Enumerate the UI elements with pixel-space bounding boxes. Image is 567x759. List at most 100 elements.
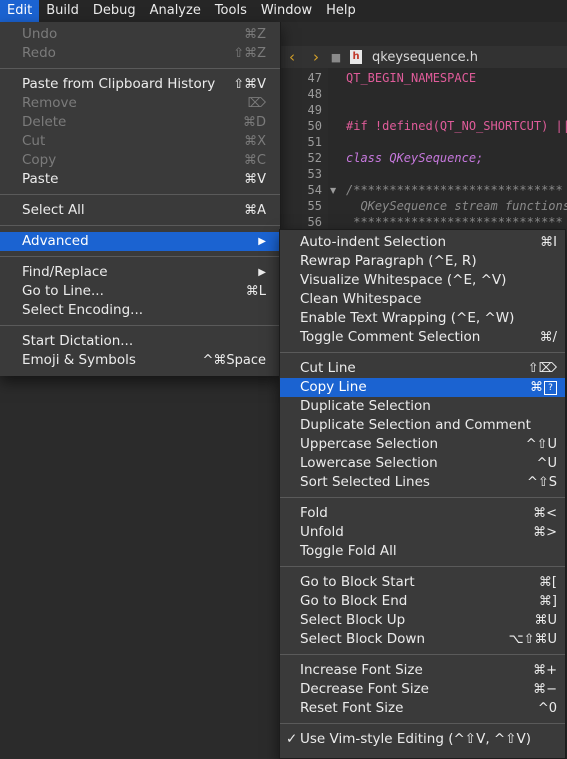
menu-item-remove[interactable]: Remove ⌦: [0, 94, 280, 113]
menu-item-font-decrease[interactable]: Decrease Font Size ⌘−: [280, 680, 565, 699]
menu-item-shortcut: ⌘V: [244, 172, 266, 187]
menu-tools[interactable]: Tools: [208, 0, 254, 22]
menu-item-label: Fold: [300, 505, 328, 521]
lock-icon: ■: [330, 50, 342, 64]
menu-item-label: Visualize Whitespace (^E, ^V): [300, 272, 507, 288]
menu-item-label: Select All: [22, 202, 85, 218]
menu-item-shortcut: ⌘X: [244, 134, 266, 149]
menu-item-block-down[interactable]: Select Block Down ⌥⇧⌘U: [280, 630, 565, 649]
menu-debug[interactable]: Debug: [86, 0, 143, 22]
code-line: /*****************************: [346, 183, 563, 197]
menu-item-text-wrapping[interactable]: Enable Text Wrapping (^E, ^W): [280, 309, 565, 328]
menu-separator: [280, 497, 565, 498]
menu-item-emoji-symbols[interactable]: Emoji & Symbols ^⌘Space: [0, 351, 280, 370]
menu-item-shortcut: ^⇧S: [526, 475, 557, 490]
menu-item-shortcut: ⌘]: [538, 594, 557, 609]
menu-item-unfold[interactable]: Unfold ⌘>: [280, 523, 565, 542]
menu-item-label: Toggle Comment Selection: [300, 329, 481, 345]
menu-item-label: Clean Whitespace: [300, 291, 422, 307]
menu-item-duplicate-selection[interactable]: Duplicate Selection: [280, 397, 565, 416]
file-name[interactable]: qkeysequence.h: [372, 50, 478, 65]
menu-item-label: Find/Replace: [22, 264, 108, 280]
menu-item-font-increase[interactable]: Increase Font Size ⌘+: [280, 661, 565, 680]
submenu-arrow-icon: ▶: [258, 267, 266, 278]
unknown-key-icon: ?: [544, 380, 557, 395]
menu-item-label: Sort Selected Lines: [300, 474, 430, 490]
menu-separator: [0, 194, 280, 195]
menu-item-label: Advanced: [22, 233, 89, 249]
line-number: 56: [307, 215, 322, 229]
menu-item-label: Unfold: [300, 524, 344, 540]
command-key: ⌘: [530, 380, 543, 395]
menu-item-copy[interactable]: Copy ⌘C: [0, 151, 280, 170]
menu-window[interactable]: Window: [254, 0, 319, 22]
menu-item-start-dictation[interactable]: Start Dictation...: [0, 332, 280, 351]
menu-item-uppercase[interactable]: Uppercase Selection ^⇧U: [280, 435, 565, 454]
menu-item-block-start[interactable]: Go to Block Start ⌘[: [280, 573, 565, 592]
menu-item-rewrap[interactable]: Rewrap Paragraph (^E, R): [280, 252, 565, 271]
submenu-arrow-icon: ▶: [258, 236, 266, 247]
menu-item-cut-line[interactable]: Cut Line ⇧⌦: [280, 359, 565, 378]
menu-item-cut[interactable]: Cut ⌘X: [0, 132, 280, 151]
menu-item-label: Go to Block Start: [300, 574, 415, 590]
menu-item-vim-editing[interactable]: ✓ Use Vim-style Editing (^⇧V, ^⇧V): [280, 730, 565, 749]
menu-item-shortcut: ^⇧U: [525, 437, 557, 452]
menu-item-shortcut: ⌘/: [539, 330, 557, 345]
line-number: 54: [307, 183, 322, 197]
menu-item-label: Select Block Up: [300, 612, 406, 628]
menu-item-label: Decrease Font Size: [300, 681, 429, 697]
menu-item-paste-history[interactable]: Paste from Clipboard History ⇧⌘V: [0, 75, 280, 94]
menu-edit[interactable]: Edit: [0, 0, 40, 22]
menu-item-clean-whitespace[interactable]: Clean Whitespace: [280, 290, 565, 309]
code-line: class QKeySequence;: [346, 151, 484, 165]
code-line: QKeySequence stream functions: [346, 199, 567, 213]
forward-arrow-icon[interactable]: ›: [304, 48, 328, 66]
menu-item-shortcut: ⇧⌘V: [233, 77, 266, 92]
fold-triangle-icon[interactable]: ▼: [330, 186, 336, 195]
menu-item-shortcut: ⌘<: [533, 506, 557, 521]
menu-item-advanced[interactable]: Advanced ▶: [0, 232, 280, 251]
menu-item-duplicate-selection-comment[interactable]: Duplicate Selection and Comment: [280, 416, 565, 435]
advanced-submenu: Auto-indent Selection ⌘I Rewrap Paragrap…: [279, 229, 566, 759]
menu-item-shortcut: ⌘U: [534, 613, 557, 628]
menu-item-lowercase[interactable]: Lowercase Selection ^U: [280, 454, 565, 473]
menu-item-toggle-comment[interactable]: Toggle Comment Selection ⌘/: [280, 328, 565, 347]
menu-item-delete[interactable]: Delete ⌘D: [0, 113, 280, 132]
menu-item-go-to-line[interactable]: Go to Line... ⌘L: [0, 282, 280, 301]
menu-item-find-replace[interactable]: Find/Replace ▶: [0, 263, 280, 282]
menu-item-shortcut: ⌘I: [540, 235, 557, 250]
menu-bar: Edit Build Debug Analyze Tools Window He…: [0, 0, 567, 22]
menu-item-label: Delete: [22, 114, 67, 130]
menu-item-fold[interactable]: Fold ⌘<: [280, 504, 565, 523]
menu-item-toggle-fold-all[interactable]: Toggle Fold All: [280, 542, 565, 561]
menu-item-auto-indent[interactable]: Auto-indent Selection ⌘I: [280, 233, 565, 252]
menu-separator: [280, 566, 565, 567]
menu-item-undo[interactable]: Undo ⌘Z: [0, 25, 280, 44]
menu-item-block-end[interactable]: Go to Block End ⌘]: [280, 592, 565, 611]
menu-item-copy-line[interactable]: Copy Line ⌘?: [280, 378, 565, 397]
menu-item-label: Select Encoding...: [22, 302, 144, 318]
menu-item-label: Start Dictation...: [22, 333, 134, 349]
menu-item-label: Go to Line...: [22, 283, 104, 299]
menu-item-label: Reset Font Size: [300, 700, 404, 716]
menu-item-shortcut: ⌘+: [533, 663, 557, 678]
menu-item-font-reset[interactable]: Reset Font Size ^0: [280, 699, 565, 718]
menu-item-visualize-whitespace[interactable]: Visualize Whitespace (^E, ^V): [280, 271, 565, 290]
back-arrow-icon[interactable]: ‹: [280, 48, 304, 66]
menu-help[interactable]: Help: [319, 0, 363, 22]
menu-item-label: Duplicate Selection: [300, 398, 431, 414]
menu-item-paste[interactable]: Paste ⌘V: [0, 170, 280, 189]
menu-item-block-up[interactable]: Select Block Up ⌘U: [280, 611, 565, 630]
menu-item-shortcut: ^U: [536, 456, 557, 471]
menu-item-label: Paste from Clipboard History: [22, 76, 216, 92]
menu-build[interactable]: Build: [39, 0, 86, 22]
menu-item-redo[interactable]: Redo ⇧⌘Z: [0, 44, 280, 63]
menu-item-sort-lines[interactable]: Sort Selected Lines ^⇧S: [280, 473, 565, 492]
menu-item-select-all[interactable]: Select All ⌘A: [0, 201, 280, 220]
menu-analyze[interactable]: Analyze: [143, 0, 208, 22]
menu-item-label: Redo: [22, 45, 56, 61]
menu-item-label: Uppercase Selection: [300, 436, 439, 452]
menu-item-select-encoding[interactable]: Select Encoding...: [0, 301, 280, 320]
menu-separator: [0, 68, 280, 69]
menu-item-shortcut: ⌘C: [243, 153, 266, 168]
